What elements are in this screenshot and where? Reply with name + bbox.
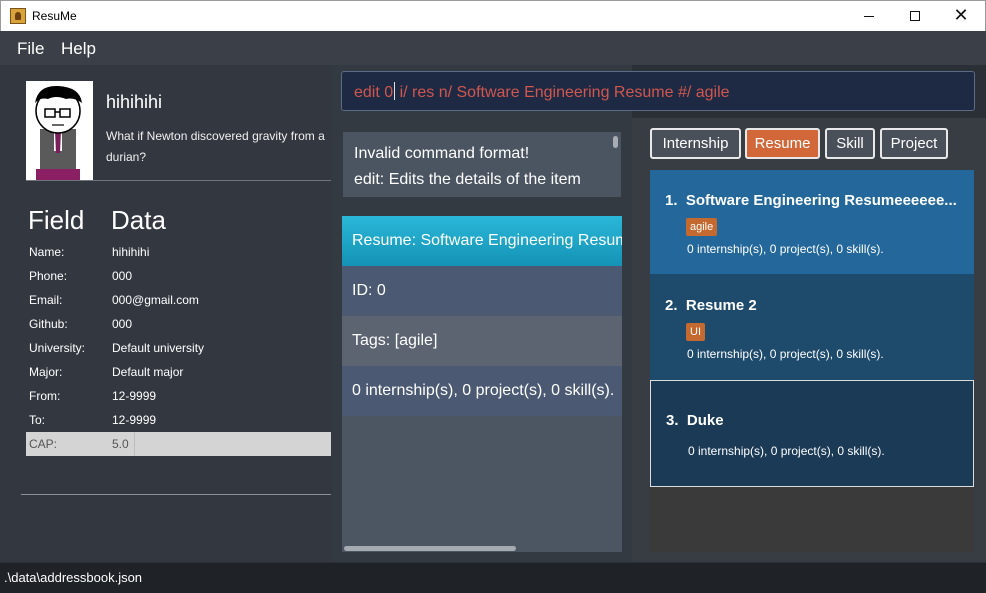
row-label: Major: [29, 365, 63, 379]
profile-name: hihihihi [106, 92, 163, 112]
table-row-phone[interactable]: Phone: 000 [26, 264, 331, 288]
detail-row-id: ID: 0 [342, 266, 622, 316]
row-value: 000 [112, 269, 133, 283]
detail-tags: Tags: [agile] [352, 332, 438, 349]
maximize-icon [910, 11, 920, 21]
minimize-button[interactable] [846, 1, 892, 31]
table-row-major[interactable]: Major: Default major [26, 360, 331, 384]
table-row-github[interactable]: Github: 000 [26, 312, 331, 336]
row-label: University: [29, 341, 86, 355]
close-icon: ✕ [953, 5, 969, 26]
table-row-name[interactable]: Name: hihihihi [26, 240, 331, 264]
list-item-index: 1. [665, 192, 678, 209]
result-display[interactable]: Invalid command format! edit: Edits the … [343, 132, 621, 197]
tag-badge: agile [686, 218, 718, 236]
app-icon [10, 8, 26, 24]
table-row-cap[interactable]: CAP: 5.0 [26, 432, 331, 456]
command-input[interactable]: edit 0 i/ res n/ Software Engineering Re… [341, 71, 975, 111]
list-item-title: 2. Resume 2 [665, 297, 757, 314]
profile-bio: What if Newton discovered gravity from a… [106, 129, 325, 164]
detail-row-summary: 0 internship(s), 0 project(s), 0 skill(s… [342, 366, 622, 416]
command-text-after-caret: i/ res n/ Software Engineering Resume #/… [395, 84, 730, 101]
command-text: edit 0 i/ res n/ Software Engineering Re… [354, 82, 730, 102]
list-item[interactable]: 1. Software Engineering Resumeeeeee... a… [650, 170, 974, 274]
column-separator [134, 432, 135, 456]
status-bar: .\data\addressbook.json [0, 563, 986, 593]
row-label: From: [29, 389, 61, 403]
list-item[interactable]: 2. Resume 2 UI 0 internship(s), 0 projec… [650, 274, 974, 380]
divider [21, 494, 331, 495]
row-label: Github: [29, 317, 68, 331]
row-value: 12-9999 [112, 413, 157, 427]
cartoon-avatar [26, 81, 93, 180]
detail-row-tags: Tags: [agile] [342, 316, 622, 366]
detail-title: Resume: Software Engineering Resumeeeeee… [352, 232, 622, 249]
minimize-icon [864, 15, 874, 17]
table-row-email[interactable]: Email: 000@gmail.com [26, 288, 331, 312]
detail-summary: 0 internship(s), 0 project(s), 0 skill(s… [352, 382, 615, 399]
row-value: 000@gmail.com [112, 293, 199, 307]
row-value: 000 [112, 317, 133, 331]
result-line-2: edit: Edits the details of the item [354, 171, 581, 188]
table-row-to[interactable]: To: 12-9999 [26, 408, 331, 432]
data-column-header: Data [111, 205, 166, 235]
tab-project[interactable]: Project [880, 128, 948, 159]
list-item-summary: 0 internship(s), 0 project(s), 0 skill(s… [687, 347, 884, 361]
result-scrollbar-thumb[interactable] [613, 136, 618, 148]
detail-header: Resume: Software Engineering Resumeeeeee… [342, 216, 622, 266]
result-line-1: Invalid command format! [354, 145, 530, 162]
row-label: CAP: [29, 437, 58, 451]
list-item-title: 1. Software Engineering Resumeeeeee... [665, 192, 957, 209]
field-column-header: Field [28, 205, 85, 235]
table-row-university[interactable]: University: Default university [26, 336, 331, 360]
close-button[interactable]: ✕ [938, 1, 984, 31]
menu-bar: File Help [0, 31, 986, 65]
list-item-name: Software Engineering Resumeeeeee... [685, 192, 957, 209]
row-value: 5.0 [112, 437, 129, 451]
row-label: To: [29, 413, 46, 427]
menu-help[interactable]: Help [61, 39, 96, 59]
list-item-summary: 0 internship(s), 0 project(s), 0 skill(s… [688, 444, 885, 458]
result-text: Invalid command format! edit: Edits the … [354, 141, 581, 193]
tab-skill[interactable]: Skill [825, 128, 875, 159]
row-value: Default university [112, 341, 205, 355]
avatar [26, 81, 93, 180]
menu-file[interactable]: File [17, 39, 44, 59]
title-bar: ResuMe ✕ [0, 0, 986, 31]
row-value: hihihihi [112, 245, 150, 259]
maximize-button[interactable] [892, 1, 938, 31]
detail-scrollbar-thumb[interactable] [344, 546, 516, 551]
command-text-before-caret: edit 0 [354, 84, 394, 101]
row-value: Default major [112, 365, 184, 379]
list-item-title: 3. Duke [666, 412, 724, 429]
row-label: Name: [29, 245, 65, 259]
tag-badge: UI [686, 323, 705, 341]
list-item-index: 2. [665, 297, 678, 314]
list-item-index: 3. [666, 412, 679, 429]
row-label: Phone: [29, 269, 68, 283]
divider [26, 180, 331, 181]
tab-internship[interactable]: Internship [650, 128, 741, 159]
list-item[interactable]: 3. Duke 0 internship(s), 0 project(s), 0… [650, 380, 974, 487]
window-title: ResuMe [32, 9, 77, 23]
item-detail-panel: Resume: Software Engineering Resumeeeeee… [342, 216, 622, 552]
table-row-from[interactable]: From: 12-9999 [26, 384, 331, 408]
list-item-name: Duke [686, 412, 724, 429]
list-item-name: Resume 2 [685, 297, 757, 314]
row-label: Email: [29, 293, 63, 307]
row-value: 12-9999 [112, 389, 157, 403]
list-item-summary: 0 internship(s), 0 project(s), 0 skill(s… [687, 242, 884, 256]
tab-resume[interactable]: Resume [745, 128, 820, 159]
save-file-path: .\data\addressbook.json [4, 570, 143, 585]
detail-id: ID: 0 [352, 282, 386, 299]
